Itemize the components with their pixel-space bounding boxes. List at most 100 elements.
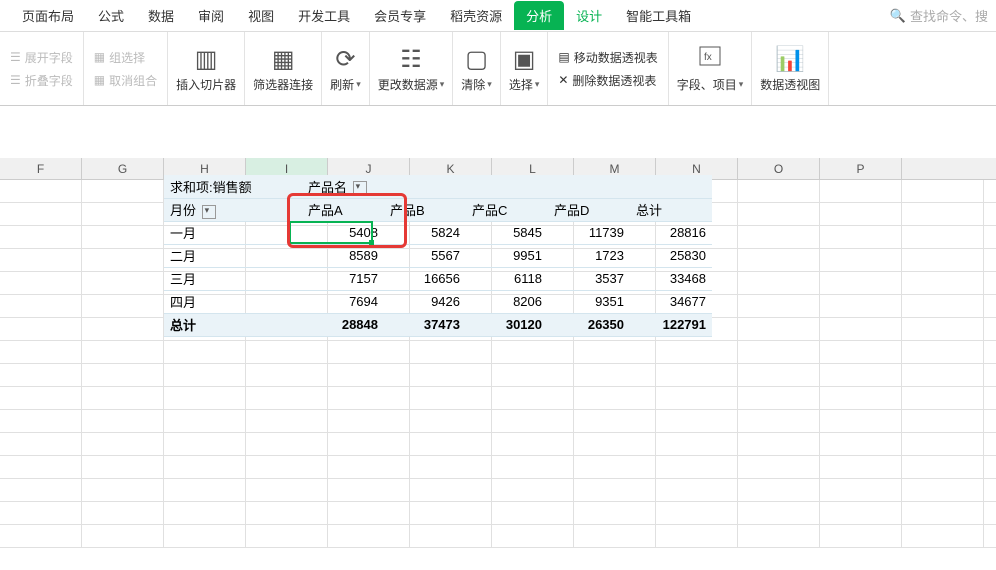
cell[interactable] [902, 203, 984, 225]
cell[interactable] [82, 525, 164, 547]
cell[interactable] [738, 226, 820, 248]
expand-field-button[interactable]: ☰展开字段 [6, 47, 77, 68]
cell[interactable] [656, 525, 738, 547]
cell[interactable] [574, 456, 656, 478]
cell[interactable] [738, 295, 820, 317]
collapse-field-button[interactable]: ☰折叠字段 [6, 70, 77, 91]
cell[interactable] [410, 479, 492, 501]
cell[interactable] [738, 180, 820, 202]
spreadsheet-area[interactable]: FGHIJKLMNOP 求和项:销售额产品名 月份 产品A产品B产品C产品D总计… [0, 106, 996, 570]
cell[interactable] [902, 387, 984, 409]
cell[interactable] [0, 295, 82, 317]
cell[interactable] [656, 410, 738, 432]
move-pivot-button[interactable]: ▤移动数据透视表 [554, 47, 661, 68]
tab-智能工具箱[interactable]: 智能工具箱 [614, 0, 703, 31]
cell[interactable] [738, 456, 820, 478]
cell[interactable] [82, 249, 164, 271]
cell[interactable] [902, 525, 984, 547]
cell[interactable] [82, 203, 164, 225]
cell[interactable] [246, 456, 328, 478]
cell[interactable] [164, 387, 246, 409]
ungroup-button[interactable]: ▦取消组合 [90, 70, 161, 91]
tab-分析[interactable]: 分析 [514, 1, 564, 30]
col-header-G[interactable]: G [82, 158, 164, 179]
col-header-O[interactable]: O [738, 158, 820, 179]
cell[interactable] [328, 456, 410, 478]
cell[interactable] [82, 295, 164, 317]
cell[interactable] [164, 456, 246, 478]
cell[interactable] [82, 364, 164, 386]
cell[interactable] [0, 272, 82, 294]
cell[interactable] [902, 341, 984, 363]
cell[interactable] [0, 433, 82, 455]
cell[interactable] [656, 433, 738, 455]
cell[interactable] [902, 272, 984, 294]
cell[interactable] [82, 226, 164, 248]
cell[interactable] [410, 387, 492, 409]
cell[interactable] [0, 364, 82, 386]
cell[interactable] [246, 479, 328, 501]
cell[interactable] [820, 479, 902, 501]
cell[interactable] [82, 180, 164, 202]
cell[interactable] [820, 341, 902, 363]
cell[interactable] [0, 203, 82, 225]
cell[interactable] [738, 525, 820, 547]
cell[interactable] [164, 502, 246, 524]
cell[interactable] [656, 387, 738, 409]
cell[interactable] [0, 479, 82, 501]
cell[interactable] [0, 502, 82, 524]
fields-items-button[interactable]: fx 字段、项目▾ [669, 32, 753, 105]
cell[interactable] [574, 364, 656, 386]
cell[interactable] [492, 433, 574, 455]
cell[interactable] [328, 433, 410, 455]
cell[interactable] [328, 387, 410, 409]
cell[interactable] [820, 203, 902, 225]
cell[interactable] [82, 456, 164, 478]
cell[interactable] [164, 433, 246, 455]
cell[interactable] [574, 502, 656, 524]
cell[interactable] [820, 295, 902, 317]
cell[interactable] [410, 456, 492, 478]
cell[interactable] [246, 387, 328, 409]
cell[interactable] [0, 226, 82, 248]
cell[interactable] [0, 341, 82, 363]
cell[interactable] [0, 318, 82, 340]
cell[interactable] [82, 502, 164, 524]
cell[interactable] [328, 341, 410, 363]
cell[interactable] [492, 410, 574, 432]
cell[interactable] [328, 479, 410, 501]
row-field-filter-icon[interactable] [202, 205, 216, 219]
cell[interactable] [902, 226, 984, 248]
cell[interactable] [0, 249, 82, 271]
cell[interactable] [738, 433, 820, 455]
tab-视图[interactable]: 视图 [236, 0, 286, 31]
cell[interactable] [246, 433, 328, 455]
cell[interactable] [246, 341, 328, 363]
cell[interactable] [164, 364, 246, 386]
cell[interactable] [738, 410, 820, 432]
cell[interactable] [820, 318, 902, 340]
cell[interactable] [492, 525, 574, 547]
cell[interactable] [164, 479, 246, 501]
cell[interactable] [738, 479, 820, 501]
cell[interactable] [82, 272, 164, 294]
col-header-F[interactable]: F [0, 158, 82, 179]
cell[interactable] [902, 180, 984, 202]
cell[interactable] [656, 364, 738, 386]
cell[interactable] [246, 410, 328, 432]
cell[interactable] [820, 433, 902, 455]
command-search[interactable]: 🔍查找命令、搜 [890, 6, 996, 25]
cell[interactable] [574, 525, 656, 547]
cell[interactable] [820, 525, 902, 547]
cell[interactable] [410, 341, 492, 363]
cell[interactable] [82, 318, 164, 340]
cell[interactable] [574, 479, 656, 501]
cell[interactable] [0, 525, 82, 547]
cell[interactable] [738, 318, 820, 340]
cell[interactable] [820, 226, 902, 248]
cell[interactable] [492, 387, 574, 409]
cell[interactable] [0, 180, 82, 202]
cell[interactable] [574, 387, 656, 409]
tab-会员专享[interactable]: 会员专享 [362, 0, 438, 31]
cell[interactable] [738, 341, 820, 363]
